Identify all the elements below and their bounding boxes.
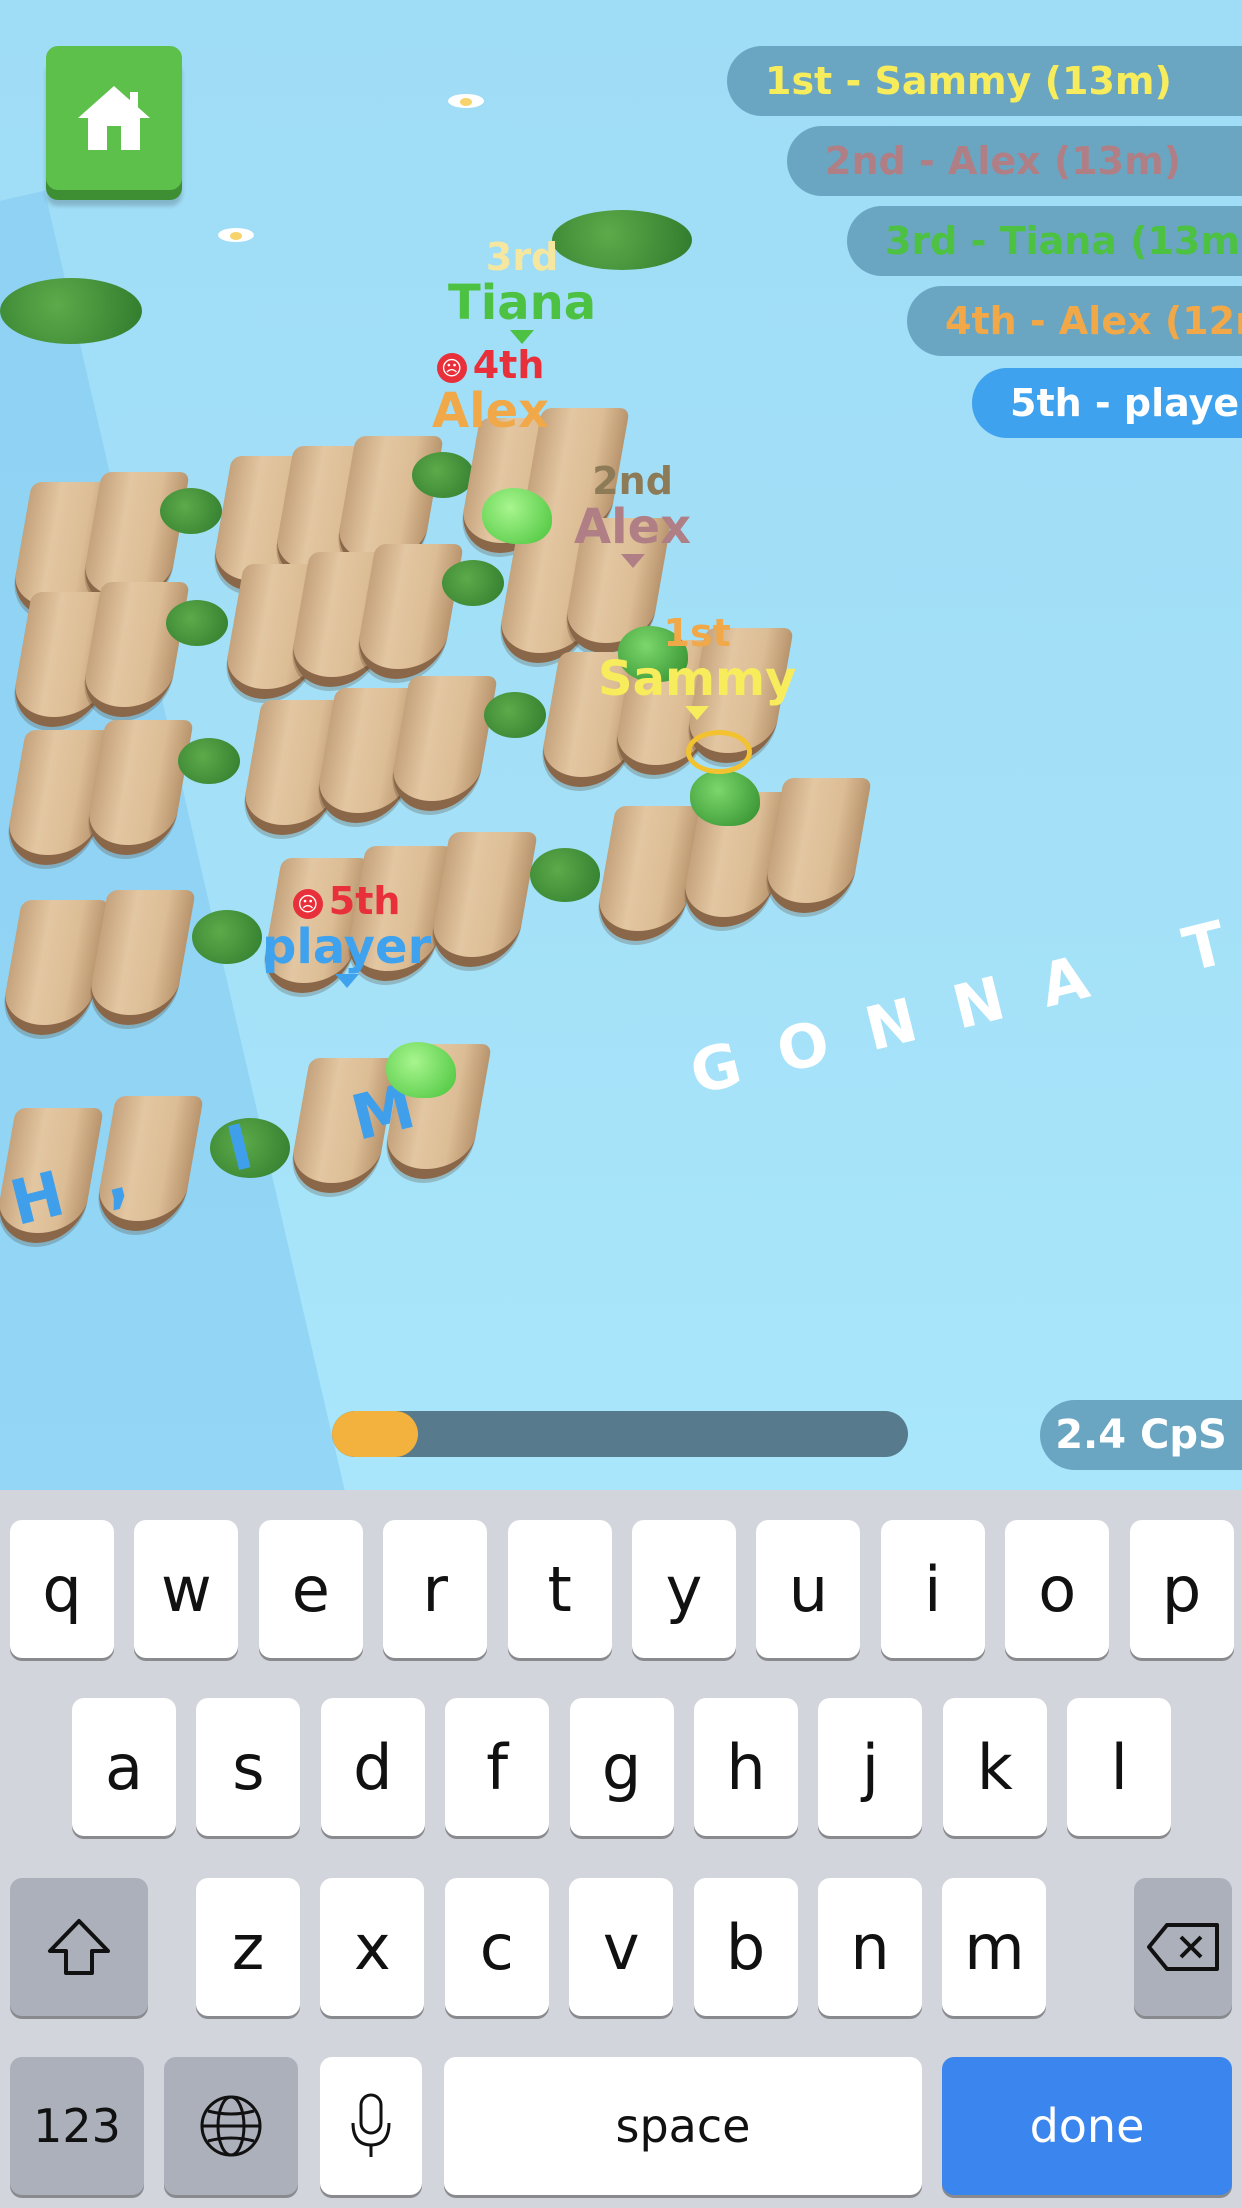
home-icon bbox=[78, 86, 150, 150]
race-progress-fill bbox=[332, 1411, 419, 1457]
frog-alex bbox=[690, 770, 760, 826]
key-i[interactable]: i bbox=[880, 1520, 985, 1658]
key-t[interactable]: t bbox=[507, 1520, 612, 1658]
key-b[interactable]: b bbox=[693, 1878, 798, 2016]
lily-pad bbox=[442, 560, 504, 606]
microphone-key[interactable] bbox=[320, 2057, 422, 2195]
leaderboard-entry-4: 4th - Alex (12m bbox=[907, 286, 1242, 356]
key-l[interactable]: l bbox=[1067, 1698, 1172, 1836]
racer-rank: 2nd bbox=[592, 459, 673, 503]
key-p[interactable]: p bbox=[1129, 1520, 1234, 1658]
racer-rank: 5th bbox=[328, 879, 401, 923]
bird bbox=[448, 94, 484, 108]
numbers-key[interactable]: 123 bbox=[10, 2057, 144, 2195]
racer-tag-tiana: 3rd Tiana bbox=[448, 236, 596, 344]
tag-arrow-icon bbox=[685, 706, 710, 720]
tag-arrow-icon bbox=[334, 974, 359, 988]
key-y[interactable]: y bbox=[632, 1520, 736, 1658]
key-f[interactable]: f bbox=[445, 1698, 550, 1836]
race-progress-bar bbox=[332, 1411, 908, 1457]
leaderboard-entry-5: 5th - player bbox=[972, 368, 1242, 438]
key-g[interactable]: g bbox=[569, 1698, 674, 1836]
on-screen-keyboard: qwertyuiop asdfghjkl zxcvbnm 123 space d… bbox=[0, 1490, 1242, 2208]
leaderboard-entry-2: 2nd - Alex (13m) bbox=[787, 126, 1242, 196]
key-q[interactable]: q bbox=[10, 1520, 114, 1658]
lane-text: GONNA T bbox=[683, 898, 1242, 1109]
key-j[interactable]: j bbox=[818, 1698, 923, 1836]
key-h[interactable]: h bbox=[694, 1698, 798, 1836]
racer-name: Tiana bbox=[448, 275, 597, 331]
tag-arrow-icon bbox=[510, 330, 535, 344]
racer-tag-player: ☹ 5th player bbox=[262, 880, 431, 988]
racer-tag-alex-2nd: 2nd Alex bbox=[574, 460, 691, 568]
backspace-icon bbox=[1147, 1923, 1219, 1971]
backspace-key[interactable] bbox=[1134, 1878, 1232, 2016]
key-k[interactable]: k bbox=[942, 1698, 1047, 1836]
lily-pad bbox=[412, 452, 474, 498]
lily-pad bbox=[484, 692, 546, 738]
shift-icon bbox=[48, 1919, 110, 1975]
leaderboard-entry-1: 1st - Sammy (13m) bbox=[727, 46, 1242, 116]
globe-icon bbox=[200, 2095, 262, 2157]
key-w[interactable]: w bbox=[134, 1520, 239, 1658]
racer-name: Sammy bbox=[598, 651, 797, 707]
key-o[interactable]: o bbox=[1005, 1520, 1110, 1658]
microphone-icon bbox=[351, 2093, 391, 2157]
crown-icon bbox=[686, 730, 752, 774]
leaderboard-entry-3: 3rd - Tiana (13m) bbox=[847, 206, 1242, 276]
racer-tag-sammy: 1st Sammy bbox=[598, 612, 796, 720]
space-key[interactable]: space bbox=[444, 2057, 922, 2195]
lily-pad bbox=[530, 848, 600, 902]
lily-pad bbox=[166, 600, 228, 646]
lily-pad bbox=[178, 738, 240, 784]
key-s[interactable]: s bbox=[196, 1698, 301, 1836]
key-v[interactable]: v bbox=[569, 1878, 674, 2016]
key-n[interactable]: n bbox=[818, 1878, 922, 2016]
done-key[interactable]: done bbox=[942, 2057, 1232, 2195]
key-x[interactable]: x bbox=[320, 1878, 425, 2016]
racer-name: player bbox=[262, 919, 432, 975]
racer-name: Alex bbox=[432, 383, 550, 439]
tag-arrow-icon bbox=[620, 554, 645, 568]
lily-pad bbox=[160, 488, 222, 534]
key-r[interactable]: r bbox=[383, 1520, 488, 1658]
key-u[interactable]: u bbox=[756, 1520, 861, 1658]
key-a[interactable]: a bbox=[72, 1698, 176, 1836]
bird bbox=[218, 228, 254, 242]
cps-indicator: 2.4 CpS bbox=[1040, 1400, 1242, 1470]
key-c[interactable]: c bbox=[444, 1878, 549, 2016]
key-e[interactable]: e bbox=[258, 1520, 363, 1658]
sad-face-icon: ☹ bbox=[436, 352, 467, 383]
globe-key[interactable] bbox=[164, 2057, 298, 2195]
racer-rank: 1st bbox=[663, 611, 731, 655]
lily-pad bbox=[0, 278, 142, 344]
game-scene: GONNA T H, I M 3rd Tiana ☹ 4th Alex 2nd A… bbox=[0, 0, 1242, 1490]
sad-face-icon: ☹ bbox=[292, 888, 323, 919]
lily-pad bbox=[192, 910, 262, 964]
key-m[interactable]: m bbox=[942, 1878, 1047, 2016]
racer-tag-alex-4th: ☹ 4th Alex bbox=[432, 344, 549, 436]
key-d[interactable]: d bbox=[320, 1698, 425, 1836]
racer-rank: 4th bbox=[472, 343, 545, 387]
racer-name: Alex bbox=[574, 499, 692, 555]
home-button[interactable] bbox=[46, 46, 182, 190]
key-z[interactable]: z bbox=[196, 1878, 300, 2016]
shift-key[interactable] bbox=[10, 1878, 148, 2016]
racer-rank: 3rd bbox=[485, 235, 559, 279]
